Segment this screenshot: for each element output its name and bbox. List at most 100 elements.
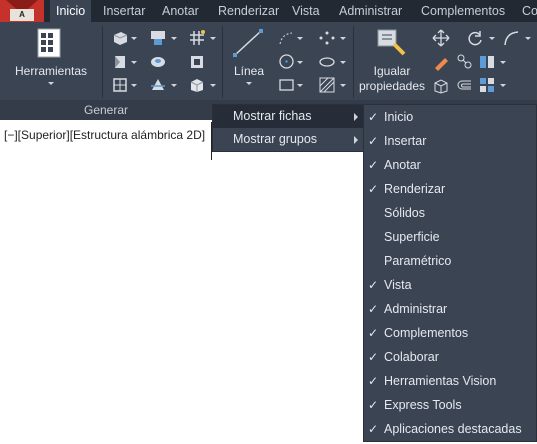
igualar-label-line2: propiedades <box>358 79 426 93</box>
check-icon: ✓ <box>368 374 379 388</box>
union-dropdown-icon[interactable] <box>131 84 137 87</box>
tab-administrar[interactable]: Administrar <box>333 0 408 22</box>
tab-colaborar-partial[interactable]: Co <box>516 0 537 22</box>
mesh-dropdown-icon[interactable] <box>210 37 216 40</box>
ribbon-separator <box>353 26 354 98</box>
trim-icon[interactable] <box>502 29 520 47</box>
slice-icon[interactable] <box>149 76 167 94</box>
submenu-item-parametrico[interactable]: Paramétrico <box>364 249 536 273</box>
tab-insertar[interactable]: Insertar <box>97 0 151 22</box>
menu-item-label: Mostrar grupos <box>233 132 318 146</box>
trim-dropdown-icon[interactable] <box>525 37 531 40</box>
mirror-dropdown-icon[interactable] <box>500 61 506 64</box>
wedge-icon[interactable] <box>112 54 128 70</box>
ribbon-context-menu: Mostrar fichas Mostrar grupos <box>212 104 365 152</box>
submenu-item-herramientas-vision[interactable]: ✓ Herramientas Vision <box>364 369 536 393</box>
submenu-item-label: Aplicaciones destacadas <box>384 422 522 436</box>
circle-dropdown-icon[interactable] <box>297 61 303 64</box>
tab-anotar[interactable]: Anotar <box>156 0 205 22</box>
submenu-item-label: Superficie <box>384 230 440 244</box>
tab-complementos[interactable]: Complementos <box>415 0 511 22</box>
polyline-icon[interactable] <box>278 30 294 46</box>
extrude-dropdown-icon[interactable] <box>171 37 177 40</box>
menu-item-mostrar-fichas[interactable]: Mostrar fichas <box>213 105 364 128</box>
submenu-item-insertar[interactable]: ✓ Insertar <box>364 129 536 153</box>
linea-button[interactable]: Línea <box>228 22 270 92</box>
submenu-item-complementos[interactable]: ✓ Complementos <box>364 321 536 345</box>
check-icon: ✓ <box>368 110 379 124</box>
hatch-icon[interactable] <box>318 76 336 94</box>
rectangle-icon[interactable] <box>278 78 295 92</box>
mirror-icon[interactable] <box>478 53 496 71</box>
tab-renderizar[interactable]: Renderizar <box>212 0 285 22</box>
herramientas-label: Herramientas <box>14 64 88 78</box>
submenu-item-label: Inicio <box>384 110 414 124</box>
submenu-item-label: Paramétrico <box>384 254 452 268</box>
array-icon[interactable] <box>478 76 496 94</box>
ribbon-separator <box>102 26 103 98</box>
submenu-item-label: Administrar <box>384 302 448 316</box>
submenu-item-label: Complementos <box>384 326 469 340</box>
modeling-tools-icon <box>37 28 61 58</box>
revolve-icon[interactable] <box>149 53 167 71</box>
viewport-controls-label[interactable]: [−][Superior][Estructura alámbrica 2D] <box>4 128 205 142</box>
line-icon <box>233 29 263 57</box>
box-solid-icon[interactable] <box>112 30 128 46</box>
application-menu-button[interactable]: A <box>0 0 44 22</box>
circle-icon[interactable] <box>278 53 295 70</box>
check-icon: ✓ <box>368 182 379 196</box>
menu-item-mostrar-grupos[interactable]: Mostrar grupos <box>213 128 364 151</box>
move-icon[interactable] <box>432 29 450 47</box>
points-icon[interactable] <box>318 30 336 46</box>
submenu-item-label: Vista <box>384 278 412 292</box>
submenu-item-superficie[interactable]: Superficie <box>364 225 536 249</box>
submenu-arrow-icon <box>354 113 358 121</box>
submenu-item-aplicaciones-destacadas[interactable]: ✓ Aplicaciones destacadas <box>364 417 536 441</box>
rectangle-dropdown-icon[interactable] <box>297 84 303 87</box>
array-dropdown-icon[interactable] <box>500 84 506 87</box>
slice-dropdown-icon[interactable] <box>171 84 177 87</box>
submenu-item-inicio[interactable]: ✓ Inicio <box>364 105 536 129</box>
copy-icon[interactable] <box>456 53 474 71</box>
match-properties-icon <box>377 29 406 56</box>
points-dropdown-icon[interactable] <box>340 37 346 40</box>
tab-vista[interactable]: Vista <box>286 0 326 22</box>
submenu-item-renderizar[interactable]: ✓ Renderizar <box>364 177 536 201</box>
submenu-item-colaborar[interactable]: ✓ Colaborar <box>364 345 536 369</box>
wedge-dropdown-icon[interactable] <box>131 61 137 64</box>
submenu-item-anotar[interactable]: ✓ Anotar <box>364 153 536 177</box>
check-icon: ✓ <box>368 302 379 316</box>
solid-dropdown-icon[interactable] <box>210 84 216 87</box>
submenu-item-label: Colaborar <box>384 350 439 364</box>
box-dropdown-icon[interactable] <box>131 37 137 40</box>
check-icon: ✓ <box>368 422 379 436</box>
submenu-item-vista[interactable]: ✓ Vista <box>364 273 536 297</box>
polyline-dropdown-icon[interactable] <box>297 37 303 40</box>
rotate-icon[interactable] <box>466 29 484 47</box>
igualar-propiedades-button[interactable]: Igualar propiedades <box>356 22 428 94</box>
hatch-dropdown-icon[interactable] <box>340 84 346 87</box>
submenu-item-solidos[interactable]: Sólidos <box>364 201 536 225</box>
menu-item-label: Mostrar fichas <box>233 109 312 123</box>
union-icon[interactable] <box>112 77 128 93</box>
submenu-item-administrar[interactable]: ✓ Administrar <box>364 297 536 321</box>
ellipse-dropdown-icon[interactable] <box>340 61 346 64</box>
solid-box-icon[interactable] <box>188 76 206 94</box>
offset-icon[interactable] <box>456 77 474 95</box>
mesh-grid-icon[interactable] <box>188 29 206 47</box>
submenu-item-label: Sólidos <box>384 206 425 220</box>
check-icon: ✓ <box>368 134 379 148</box>
ellipse-icon[interactable] <box>318 55 336 69</box>
3d-box-icon[interactable] <box>432 77 450 95</box>
rotate-dropdown-icon[interactable] <box>489 37 495 40</box>
check-icon: ✓ <box>368 398 379 412</box>
tab-inicio[interactable]: Inicio <box>50 0 92 22</box>
ribbon-tab-bar: A Inicio Insertar Anotar Renderizar Vist… <box>0 0 537 22</box>
cylinder-icon[interactable] <box>188 53 206 71</box>
submenu-item-express-tools[interactable]: ✓ Express Tools <box>364 393 536 417</box>
extrude-icon[interactable] <box>149 29 167 47</box>
igualar-label-line1: Igualar <box>373 64 411 78</box>
herramientas-button[interactable]: Herramientas <box>10 22 92 92</box>
erase-icon[interactable] <box>432 53 450 71</box>
ribbon-separator <box>222 26 223 98</box>
